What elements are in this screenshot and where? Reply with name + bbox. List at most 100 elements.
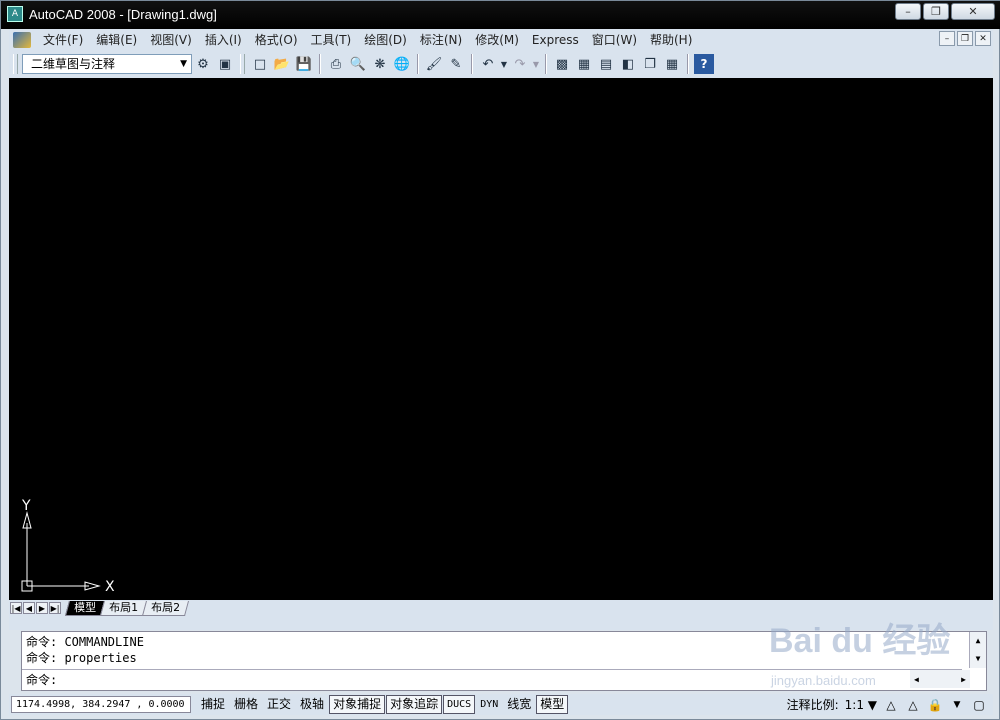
plot-preview-icon[interactable]: 🔍 [348, 54, 368, 74]
help-icon[interactable]: ? [694, 54, 714, 74]
document-window-controls: – ❐ ✕ [939, 31, 991, 46]
drawing-area[interactable]: Y X [9, 78, 993, 600]
dyn-toggle[interactable]: DYN [476, 695, 502, 714]
doc-restore-button[interactable]: ❐ [957, 31, 973, 46]
ucs-icon: Y X [21, 498, 115, 593]
osnap-toggle[interactable]: 对象捕捉 [329, 695, 386, 714]
prev-tab-icon[interactable]: ◀ [23, 602, 35, 614]
doc-minimize-button[interactable]: – [939, 31, 955, 46]
new-icon[interactable]: □ [250, 54, 270, 74]
menu-view[interactable]: 视图(V) [144, 31, 198, 48]
command-hscrollbar[interactable]: ◀ ▶ [910, 670, 970, 688]
status-tray: 注释比例: 1:1 ▼ △ △ 🔒 ▼ ▢ [787, 696, 993, 713]
title-bar[interactable]: A AutoCAD 2008 - [Drawing1.dwg] – ❐ ✕ [1, 1, 1000, 29]
workspace-value: 二维草图与注释 [31, 57, 116, 71]
toolbar-separator [687, 54, 689, 74]
autocad-app-icon[interactable]: A [7, 6, 23, 22]
ucs-y-label: Y [21, 498, 31, 514]
undo-dropdown-icon[interactable]: ▼ [500, 54, 508, 74]
chevron-down-icon: ▼ [180, 59, 187, 69]
toolbar-grip[interactable] [240, 54, 245, 74]
menu-format[interactable]: 格式(O) [249, 31, 304, 48]
design-center-icon[interactable]: ▦ [574, 54, 594, 74]
command-window-splitter[interactable] [9, 616, 993, 630]
history-line: 命令: COMMANDLINE [26, 635, 144, 649]
undo-icon[interactable]: ↶ [478, 54, 498, 74]
window-controls: – ❐ ✕ [895, 3, 995, 20]
history-line: 命令: properties [26, 651, 137, 665]
menu-draw[interactable]: 绘图(D) [358, 31, 413, 48]
menu-dimension[interactable]: 标注(N) [414, 31, 468, 48]
status-menu-icon[interactable]: ▼ [949, 697, 965, 713]
block-editor-icon[interactable]: ✎ [446, 54, 466, 74]
3d-dwf-icon[interactable]: 🌐 [392, 54, 412, 74]
otrack-toggle[interactable]: 对象追踪 [386, 695, 443, 714]
ducs-toggle[interactable]: DUCS [443, 695, 476, 714]
scroll-right-icon[interactable]: ▶ [961, 675, 966, 684]
minimize-button[interactable]: – [895, 3, 921, 20]
snap-toggle[interactable]: 捕捉 [197, 695, 229, 714]
save-icon[interactable]: 💾 [294, 54, 314, 74]
redo-dropdown-icon[interactable]: ▼ [532, 54, 540, 74]
toolbar-separator [545, 54, 547, 74]
scroll-down-icon[interactable]: ▼ [970, 650, 986, 668]
publish-icon[interactable]: ❋ [370, 54, 390, 74]
workspace-settings-icon[interactable]: ⚙ [193, 54, 213, 74]
restore-button[interactable]: ❐ [923, 3, 949, 20]
next-tab-icon[interactable]: ▶ [36, 602, 48, 614]
doc-close-button[interactable]: ✕ [975, 31, 991, 46]
menu-help[interactable]: 帮助(H) [644, 31, 698, 48]
last-tab-icon[interactable]: ▶| [49, 602, 61, 614]
workspace-dropdown[interactable]: 二维草图与注释 ▼ [22, 54, 192, 74]
toolbar-separator [319, 54, 321, 74]
scroll-up-icon[interactable]: ▲ [970, 632, 986, 650]
coordinate-display[interactable]: 1174.4998, 384.2947 , 0.0000 [11, 696, 191, 713]
plot-icon[interactable]: ⎙ [326, 54, 346, 74]
tab-layout1[interactable]: 布局1 [99, 600, 148, 616]
lineweight-toggle[interactable]: 线宽 [503, 695, 535, 714]
annotation-scale-dropdown[interactable]: 1:1 ▼ [845, 698, 877, 712]
clean-screen-icon[interactable]: ▢ [971, 697, 987, 713]
grid-toggle[interactable]: 栅格 [230, 695, 262, 714]
open-icon[interactable]: 📂 [272, 54, 292, 74]
ortho-toggle[interactable]: 正交 [263, 695, 295, 714]
tool-palettes-icon[interactable]: ▤ [596, 54, 616, 74]
polar-toggle[interactable]: 极轴 [296, 695, 328, 714]
tab-layout2[interactable]: 布局2 [141, 600, 190, 616]
auto-scale-icon[interactable]: △ [905, 697, 921, 713]
menu-window[interactable]: 窗口(W) [586, 31, 643, 48]
command-history: 命令: COMMANDLINE 命令: properties [26, 634, 144, 666]
menu-edit[interactable]: 编辑(E) [90, 31, 143, 48]
window-title: AutoCAD 2008 - [Drawing1.dwg] [29, 7, 217, 22]
properties-icon[interactable]: ▩ [552, 54, 572, 74]
toolbar-grip[interactable] [13, 54, 18, 74]
command-input[interactable]: 命令: [22, 669, 962, 689]
menu-tools[interactable]: 工具(T) [305, 31, 358, 48]
annotation-visibility-icon[interactable]: △ [883, 697, 899, 713]
annotation-scale-label: 注释比例: [786, 698, 839, 712]
menu-file[interactable]: 文件(F) [37, 31, 89, 48]
quickcalc-icon[interactable]: ▦ [662, 54, 682, 74]
close-button[interactable]: ✕ [951, 3, 995, 20]
scroll-left-icon[interactable]: ◀ [914, 675, 919, 684]
status-bar: 1174.4998, 384.2947 , 0.0000 捕捉 栅格 正交 极轴… [9, 694, 993, 715]
redo-icon[interactable]: ↷ [510, 54, 530, 74]
lock-icon[interactable]: 🔒 [927, 697, 943, 713]
sheet-set-icon[interactable]: ◧ [618, 54, 638, 74]
toolbar-separator [417, 54, 419, 74]
menu-insert[interactable]: 插入(I) [199, 31, 248, 48]
document-icon[interactable] [13, 31, 31, 48]
command-scrollbar[interactable]: ▲ ▼ [969, 632, 986, 668]
tab-model[interactable]: 模型 [64, 600, 106, 616]
toolbar-separator [471, 54, 473, 74]
menu-modify[interactable]: 修改(M) [469, 31, 525, 48]
command-prompt-label: 命令: [26, 673, 58, 687]
ucs-x-label: X [105, 579, 115, 593]
markup-icon[interactable]: ❐ [640, 54, 660, 74]
command-window[interactable]: 命令: COMMANDLINE 命令: properties ▲ ▼ 命令: ◀… [21, 631, 987, 691]
menu-express[interactable]: Express [526, 33, 585, 47]
first-tab-icon[interactable]: |◀ [10, 602, 22, 614]
match-properties-icon[interactable]: 🖌 [424, 54, 444, 74]
model-toggle[interactable]: 模型 [536, 695, 569, 714]
my-workspace-icon[interactable]: ▣ [215, 54, 235, 74]
